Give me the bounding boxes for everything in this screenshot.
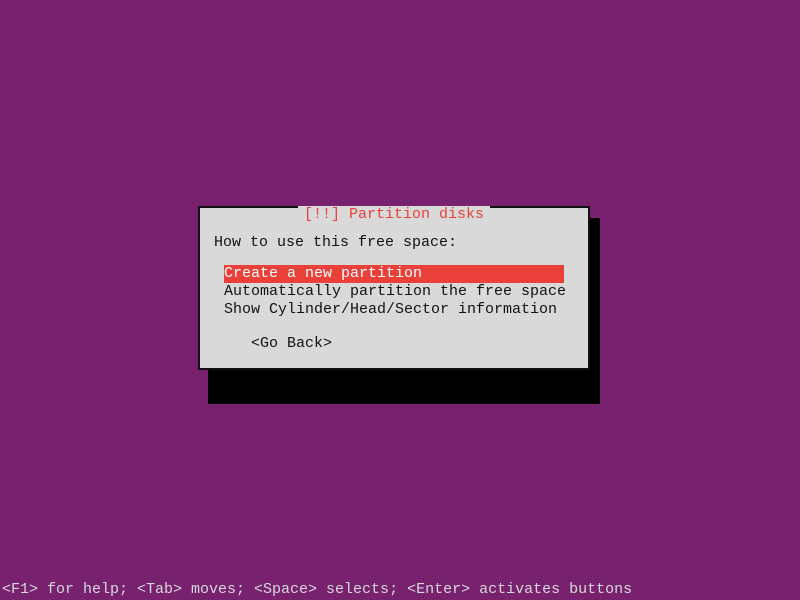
option-list: Create a new partition Automatically par… — [224, 265, 564, 319]
option-show-chs-info[interactable]: Show Cylinder/Head/Sector information — [224, 301, 564, 319]
option-create-new-partition[interactable]: Create a new partition — [224, 265, 564, 283]
go-back-button[interactable]: <Go Back> — [224, 335, 564, 352]
dialog-title-row: [!!] Partition disks — [210, 206, 578, 216]
dialog-prompt: How to use this free space: — [214, 234, 574, 251]
dialog-title: Partition disks — [349, 206, 484, 223]
help-bar: <F1> for help; <Tab> moves; <Space> sele… — [2, 581, 632, 598]
dialog-title-marker: [!!] — [304, 206, 349, 223]
partition-dialog: [!!] Partition disks How to use this fre… — [198, 206, 590, 370]
option-auto-partition[interactable]: Automatically partition the free space — [224, 283, 564, 301]
